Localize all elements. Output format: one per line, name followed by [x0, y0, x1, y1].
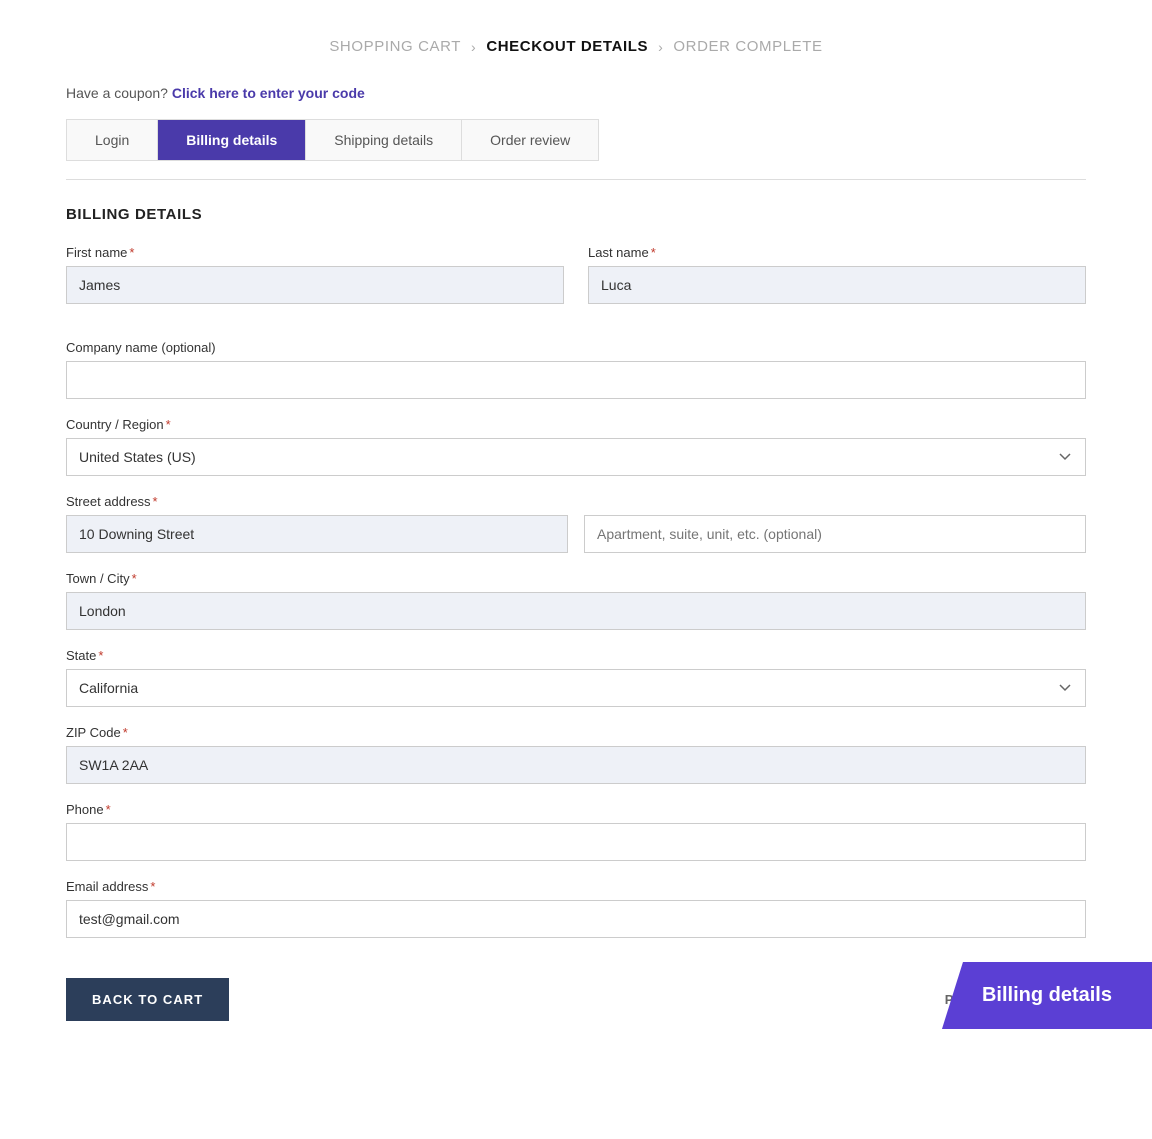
tab-order-review[interactable]: Order review	[462, 120, 598, 160]
coupon-bar: Have a coupon? Click here to enter your …	[66, 85, 1086, 101]
tabs-container: Login Billing details Shipping details O…	[66, 119, 599, 161]
breadcrumb-sep-1: ›	[471, 39, 476, 55]
billing-tooltip: Billing details	[942, 962, 1152, 1029]
tab-login[interactable]: Login	[67, 120, 158, 160]
last-name-required: *	[651, 245, 656, 260]
breadcrumb: SHOPPING CART › CHECKOUT DETAILS › ORDER…	[66, 20, 1086, 85]
town-city-label: Town / City*	[66, 571, 1086, 586]
street-address-group: Street address*	[66, 494, 1086, 553]
name-row: First name* Last name*	[66, 245, 1086, 322]
country-select[interactable]: United States (US) United Kingdom (UK) C…	[66, 438, 1086, 476]
country-label: Country / Region*	[66, 417, 1086, 432]
zip-code-label: ZIP Code*	[66, 725, 1086, 740]
street-address-label: Street address*	[66, 494, 1086, 509]
tab-shipping-details[interactable]: Shipping details	[306, 120, 462, 160]
form-footer: BACK TO CART PREVIOUS NEXT	[66, 968, 1086, 1021]
breadcrumb-sep-2: ›	[658, 39, 663, 55]
first-name-required: *	[129, 245, 134, 260]
section-divider	[66, 179, 1086, 180]
town-required: *	[132, 571, 137, 586]
breadcrumb-order-complete[interactable]: ORDER COMPLETE	[673, 38, 822, 55]
street-address-row	[66, 515, 1086, 553]
phone-group: Phone*	[66, 802, 1086, 861]
phone-input[interactable]	[66, 823, 1086, 861]
company-name-input[interactable]	[66, 361, 1086, 399]
breadcrumb-checkout-details[interactable]: CHECKOUT DETAILS	[486, 38, 648, 55]
town-city-input[interactable]	[66, 592, 1086, 630]
first-name-group: First name*	[66, 245, 564, 304]
tab-billing-details[interactable]: Billing details	[158, 120, 306, 160]
street-required: *	[153, 494, 158, 509]
billing-section-title: BILLING DETAILS	[66, 206, 1086, 223]
street-address-2-input[interactable]	[584, 515, 1086, 553]
email-required: *	[150, 879, 155, 894]
state-select[interactable]: California New York Texas Florida	[66, 669, 1086, 707]
first-name-input[interactable]	[66, 266, 564, 304]
email-input[interactable]	[66, 900, 1086, 938]
last-name-label: Last name*	[588, 245, 1086, 260]
coupon-link[interactable]: Click here to enter your code	[172, 85, 365, 101]
last-name-input[interactable]	[588, 266, 1086, 304]
company-name-group: Company name (optional)	[66, 340, 1086, 399]
company-name-label: Company name (optional)	[66, 340, 1086, 355]
country-group: Country / Region* United States (US) Uni…	[66, 417, 1086, 476]
phone-label: Phone*	[66, 802, 1086, 817]
coupon-text: Have a coupon?	[66, 85, 168, 101]
zip-code-group: ZIP Code*	[66, 725, 1086, 784]
email-group: Email address*	[66, 879, 1086, 938]
phone-required: *	[106, 802, 111, 817]
country-required: *	[166, 417, 171, 432]
last-name-group: Last name*	[588, 245, 1086, 304]
breadcrumb-shopping-cart[interactable]: SHOPPING CART	[329, 38, 461, 55]
zip-code-input[interactable]	[66, 746, 1086, 784]
zip-required: *	[123, 725, 128, 740]
state-required: *	[98, 648, 103, 663]
state-group: State* California New York Texas Florida	[66, 648, 1086, 707]
state-label: State*	[66, 648, 1086, 663]
back-to-cart-button[interactable]: BACK TO CART	[66, 978, 229, 1021]
town-city-group: Town / City*	[66, 571, 1086, 630]
email-label: Email address*	[66, 879, 1086, 894]
first-name-label: First name*	[66, 245, 564, 260]
street-address-input[interactable]	[66, 515, 568, 553]
